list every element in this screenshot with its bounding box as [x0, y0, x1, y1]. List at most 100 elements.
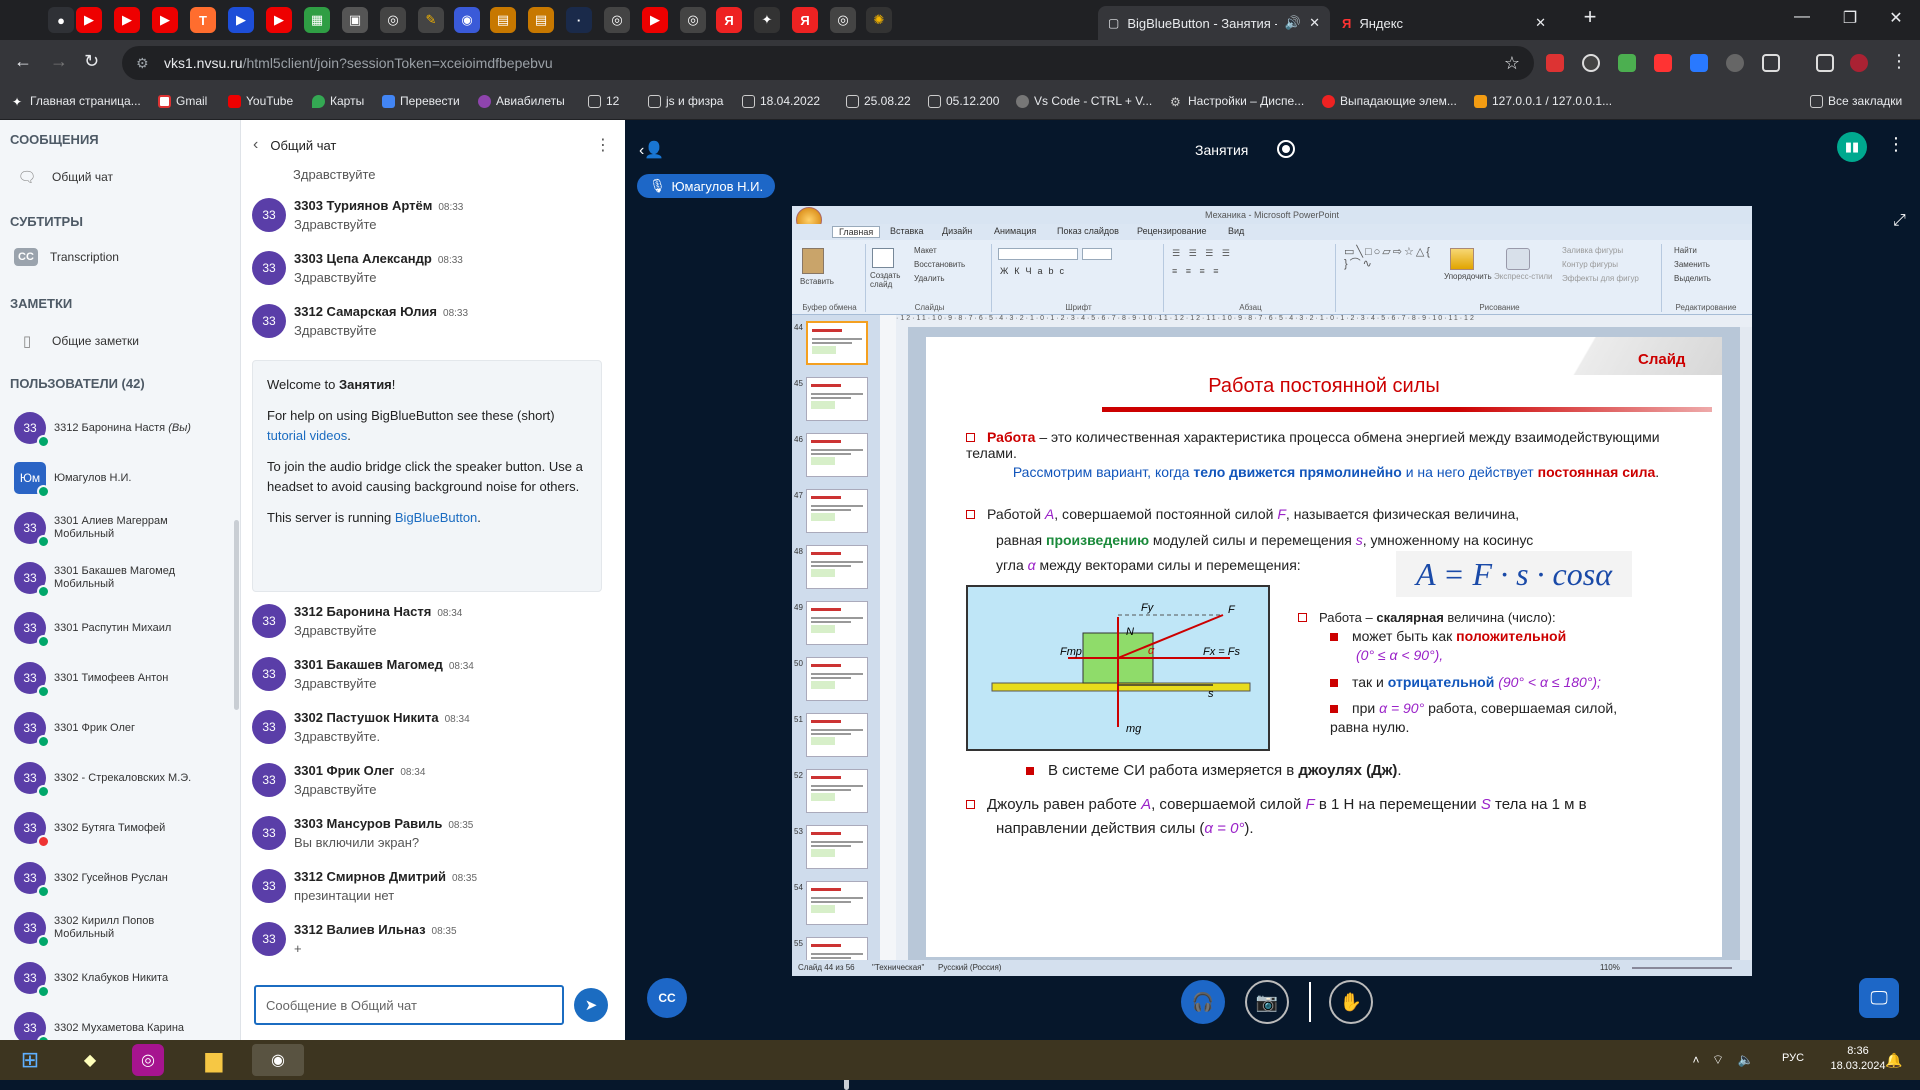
yandex-tab-icon[interactable]: Я	[716, 7, 742, 33]
yandex-tab-icon[interactable]: Я	[792, 7, 818, 33]
user-list-item[interactable]: 33 3302 Бутяга Тимофей	[14, 812, 229, 848]
shapes-gallery[interactable]: ▭╲□○▱⇨☆△{ }⌒∿	[1344, 246, 1440, 270]
slide-thumbnail[interactable]	[806, 545, 868, 589]
delete-button[interactable]: Удалить	[914, 274, 945, 283]
user-list-item[interactable]: 33 3301 Бакашев Магомед Мобильный	[14, 562, 229, 598]
restore-button[interactable]: ❐	[1830, 8, 1870, 28]
slide-thumbnail[interactable]	[806, 769, 868, 813]
ppt-tab[interactable]: Рецензирование	[1137, 226, 1207, 236]
play-tab-icon[interactable]: ▶	[228, 7, 254, 33]
reload-icon[interactable]: ↻	[84, 51, 99, 72]
captions-button[interactable]: CC	[647, 978, 687, 1018]
speaker-icon[interactable]: 🔊	[1285, 15, 1301, 31]
user-list-item[interactable]: 33 3301 Фрик Олег	[14, 712, 229, 748]
doc-tab-icon[interactable]: ▤	[528, 7, 554, 33]
font-format-icons[interactable]: ЖКЧabc	[1000, 266, 1070, 276]
user-list-item[interactable]: 33 3302 Гусейнов Руслан	[14, 862, 229, 898]
fullscreen-icon[interactable]: ⤢	[1893, 212, 1906, 230]
ppt-tab[interactable]: Главная	[832, 226, 881, 238]
align-icons[interactable]: ≡ ≡ ≡ ≡	[1172, 266, 1222, 276]
menu-icon[interactable]: ⋮	[1890, 51, 1908, 72]
notifications-icon[interactable]: 🔔	[1874, 1044, 1914, 1076]
ppt-tab[interactable]: Показ слайдов	[1057, 226, 1119, 236]
bookmark[interactable]: Gmail	[158, 94, 207, 108]
font-size-box[interactable]	[1082, 248, 1112, 260]
chat-message-input[interactable]: Сообщение в Общий чат	[254, 985, 564, 1025]
slide-thumbnail[interactable]	[806, 881, 868, 925]
paste-icon[interactable]	[802, 248, 824, 274]
ppt-tab[interactable]: Вид	[1228, 226, 1244, 236]
slide-thumbnail[interactable]	[806, 321, 868, 365]
user-list-item[interactable]: 33 3302 Мухаметова Карина	[14, 1012, 229, 1040]
chevron-left-icon[interactable]: ‹	[253, 136, 258, 154]
font-name-box[interactable]	[998, 248, 1078, 260]
bookmark[interactable]: Vs Code - CTRL + V...	[1016, 94, 1152, 108]
bookmark[interactable]: YouTube	[228, 94, 293, 108]
quick-styles-icon[interactable]	[1506, 248, 1530, 270]
all-bookmarks[interactable]: Все закладки	[1810, 94, 1902, 108]
sheets-tab-icon[interactable]: ▦	[304, 7, 330, 33]
chat-options-icon[interactable]: ⋮	[595, 135, 611, 155]
slide-thumbnail[interactable]	[806, 825, 868, 869]
shape-outline-button[interactable]: Контур фигуры	[1562, 260, 1618, 269]
extension-icon[interactable]	[1582, 54, 1600, 72]
new-tab-button[interactable]: +	[1570, 4, 1610, 30]
bookmark-folder[interactable]: js и физра	[648, 94, 723, 108]
audio-button[interactable]: 🎧	[1181, 980, 1225, 1024]
raise-hand-button[interactable]: ✋	[1329, 980, 1373, 1024]
scrollbar[interactable]	[234, 520, 239, 710]
layout-button[interactable]: Макет	[914, 246, 937, 255]
youtube-tab-icon[interactable]: ▶	[642, 7, 668, 33]
shape-fill-button[interactable]: Заливка фигуры	[1562, 246, 1623, 255]
chrome-taskbar-icon[interactable]: ◉	[252, 1044, 304, 1076]
record-icon[interactable]	[1277, 140, 1295, 158]
send-button[interactable]: ➤	[574, 988, 608, 1022]
file-explorer-icon[interactable]: ▆	[194, 1044, 234, 1076]
globe-tab-icon[interactable]: ◎	[830, 7, 856, 33]
user-list-item[interactable]: 33 3302 - Стрекаловских М.Э.	[14, 762, 229, 798]
globe-tab-icon[interactable]: ◎	[380, 7, 406, 33]
bookmark[interactable]: Выпадающие элем...	[1322, 94, 1457, 108]
bookmark[interactable]: Перевести	[382, 94, 460, 108]
select-button[interactable]: Выделить	[1674, 274, 1711, 283]
camera-button[interactable]: 📷	[1245, 980, 1289, 1024]
user-list-item[interactable]: Юм Юмагулов Н.И.	[14, 462, 229, 498]
bookmark-star-icon[interactable]: ☆	[1504, 53, 1520, 74]
address-bar[interactable]: ⚙ vks1.nvsu.ru/html5client/join?sessionT…	[122, 46, 1534, 80]
site-info-icon[interactable]: ⚙	[136, 55, 149, 72]
scrollbar[interactable]	[1740, 327, 1752, 960]
user-list-item[interactable]: 33 3301 Распутин Михаил	[14, 612, 229, 648]
user-list-item[interactable]: 33 3302 Клабуков Никита	[14, 962, 229, 998]
extension-icon[interactable]	[1690, 54, 1708, 72]
profile-avatar[interactable]	[1850, 54, 1868, 72]
slide-thumbnail[interactable]	[806, 601, 868, 645]
vpn-extension-icon[interactable]	[1726, 54, 1744, 72]
ppt-tab[interactable]: Анимация	[994, 226, 1036, 236]
circle-tab-icon[interactable]: ◉	[454, 7, 480, 33]
user-list-item[interactable]: 33 3302 Кирилл Попов Мобильный	[14, 912, 229, 948]
ppt-tab[interactable]: Вставка	[890, 226, 923, 236]
zoom-slider[interactable]	[1632, 967, 1732, 969]
user-list-toggle-icon[interactable]: ‹👤	[639, 140, 664, 160]
sun-tab-icon[interactable]: ✺	[866, 7, 892, 33]
arrange-button[interactable]: Упорядочить	[1444, 272, 1492, 281]
bookmark[interactable]: Карты	[312, 94, 364, 108]
new-slide-icon[interactable]	[872, 248, 894, 268]
extension-icon[interactable]	[1546, 54, 1564, 72]
bookmark[interactable]: ✦ Главная страница...	[12, 94, 141, 109]
find-button[interactable]: Найти	[1674, 246, 1697, 255]
ppt-tab[interactable]: Дизайн	[942, 226, 972, 236]
dot-tab-icon[interactable]: ·	[566, 7, 592, 33]
doc-tab-icon[interactable]: ▤	[490, 7, 516, 33]
app-icon[interactable]: ◎	[132, 1044, 164, 1076]
slide-thumbnail[interactable]	[806, 489, 868, 533]
star-tab-icon[interactable]: ✦	[754, 7, 780, 33]
close-tab-icon[interactable]: ✕	[1309, 15, 1320, 31]
minimize-button[interactable]: —	[1782, 8, 1822, 26]
slide-thumbnail[interactable]	[806, 433, 868, 477]
youtube-tab-icon[interactable]: ▶	[76, 7, 102, 33]
bigbluebutton-link[interactable]: BigBlueButton	[395, 510, 477, 525]
close-tab-icon[interactable]: ✕	[1535, 15, 1546, 31]
download-extension-icon[interactable]	[1618, 54, 1636, 72]
youtube-tab-icon[interactable]: ▶	[152, 7, 178, 33]
